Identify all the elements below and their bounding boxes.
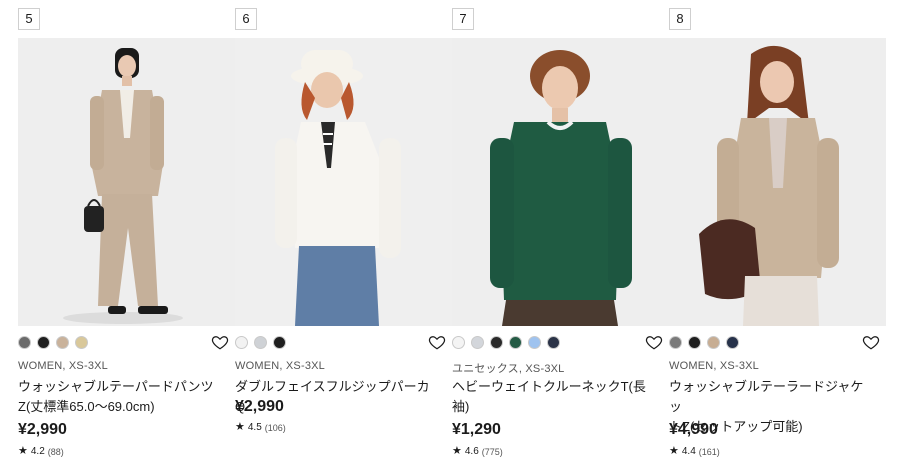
rating-value: 4.2	[30, 446, 45, 457]
ranking-badge: 8	[669, 8, 691, 30]
review-count: (775)	[481, 446, 503, 457]
favorite-heart-icon[interactable]	[428, 333, 446, 351]
color-swatch[interactable]	[490, 336, 503, 349]
review-count: (88)	[47, 446, 64, 457]
product-name-line1: ウォッシャブルテーラードジャケッ	[669, 379, 864, 414]
rating-value: 4.5	[247, 422, 262, 433]
favorite-heart-icon[interactable]	[862, 333, 880, 351]
star-icon: ★	[18, 445, 28, 457]
color-swatches	[235, 336, 286, 350]
product-name-line2: Z(丈標準65.0～69.0cm)	[18, 399, 155, 414]
product-image[interactable]	[669, 38, 886, 326]
product-card[interactable]: 6 WOMEN, XS-3XL ダブルフェイスフルジップパーカQ ¥2,990 …	[235, 8, 452, 459]
color-swatch[interactable]	[726, 336, 739, 349]
color-swatches	[669, 336, 739, 350]
model-photo-illustration	[235, 38, 452, 326]
product-image[interactable]	[452, 38, 669, 326]
product-gender-size: WOMEN, XS-3XL	[669, 360, 760, 372]
product-rating: ★ 4.5 (106)	[235, 421, 286, 434]
star-icon: ★	[669, 445, 679, 457]
product-gender-size: ユニセックス, XS-3XL	[452, 363, 565, 375]
product-rating: ★ 4.6 (775)	[452, 445, 503, 458]
product-name[interactable]: ヘビーウェイトクルーネックT(長 袖)	[452, 377, 652, 417]
color-swatch[interactable]	[75, 336, 88, 349]
color-swatch[interactable]	[254, 336, 267, 349]
product-image[interactable]	[18, 38, 235, 326]
color-swatch[interactable]	[669, 336, 682, 349]
rating-value: 4.6	[464, 446, 479, 457]
product-name-line1: ウォッシャブルテーパードパンツ	[18, 379, 214, 394]
color-swatches	[18, 336, 88, 350]
color-swatch[interactable]	[273, 336, 286, 349]
product-gender-size: WOMEN, XS-3XL	[235, 360, 326, 372]
star-icon: ★	[235, 421, 245, 433]
product-name[interactable]: ウォッシャブルテーパードパンツ Z(丈標準65.0～69.0cm)	[18, 377, 218, 417]
product-card[interactable]: 7 ユニセックス, XS-3XL ヘビーウェイトクルーネックT(長 袖) ¥1,…	[452, 8, 669, 459]
product-grid: 5 WOMEN, XS-3XL ウォッシャブルテーパードパンツ Z(丈標準65.…	[18, 8, 886, 459]
product-name-line2: 袖)	[452, 399, 470, 414]
product-rating: ★ 4.4 (161)	[669, 445, 720, 458]
review-count: (106)	[264, 422, 286, 433]
product-name-line1: ヘビーウェイトクルーネックT(長	[452, 379, 646, 394]
color-swatch[interactable]	[235, 336, 248, 349]
color-swatch[interactable]	[471, 336, 484, 349]
product-card[interactable]: 8 WOMEN, XS-3XL ウォッシャブルテーラードジャケッ トZ(セットア…	[669, 8, 886, 459]
favorite-heart-icon[interactable]	[645, 333, 663, 351]
color-swatch[interactable]	[528, 336, 541, 349]
color-swatches	[452, 336, 560, 350]
product-image[interactable]	[235, 38, 452, 326]
review-count: (161)	[698, 446, 720, 457]
product-gender-size: WOMEN, XS-3XL	[18, 360, 109, 372]
product-rating: ★ 4.2 (88)	[18, 445, 64, 458]
model-photo-illustration	[452, 38, 669, 326]
ranking-badge: 5	[18, 8, 40, 30]
color-swatch[interactable]	[18, 336, 31, 349]
star-icon: ★	[452, 445, 462, 457]
color-swatch[interactable]	[452, 336, 465, 349]
color-swatch[interactable]	[707, 336, 720, 349]
product-price: ¥1,290	[452, 421, 501, 438]
product-card[interactable]: 5 WOMEN, XS-3XL ウォッシャブルテーパードパンツ Z(丈標準65.…	[18, 8, 235, 459]
color-swatch[interactable]	[547, 336, 560, 349]
rating-value: 4.4	[681, 446, 696, 457]
model-photo-illustration	[669, 38, 886, 326]
product-price: ¥2,990	[235, 398, 284, 415]
color-swatch[interactable]	[56, 336, 69, 349]
color-swatch[interactable]	[509, 336, 522, 349]
ranking-badge: 7	[452, 8, 474, 30]
model-photo-illustration	[18, 38, 235, 326]
ranking-badge: 6	[235, 8, 257, 30]
favorite-heart-icon[interactable]	[211, 333, 229, 351]
color-swatch[interactable]	[37, 336, 50, 349]
color-swatch[interactable]	[688, 336, 701, 349]
product-price: ¥2,990	[18, 421, 67, 438]
product-price: ¥4,990	[669, 421, 718, 438]
